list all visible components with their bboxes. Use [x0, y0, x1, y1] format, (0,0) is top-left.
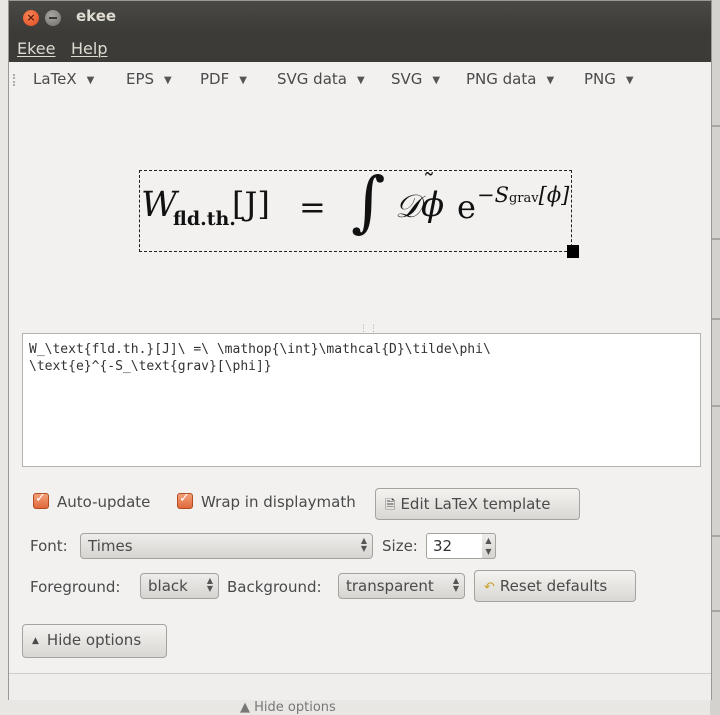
formula-equals: = — [299, 188, 326, 226]
export-svg-button[interactable]: SVG ▼ — [391, 70, 440, 88]
formula-e: e — [457, 188, 476, 226]
reset-defaults-button[interactable]: ↶ Reset defaults — [474, 570, 636, 602]
size-label: Size: — [382, 537, 418, 555]
formula-measure-d: 𝒟 — [395, 187, 421, 225]
export-toolbar: LaTeX ▼ EPS ▼ PDF ▼ SVG data ▼ SVG ▼ PNG data… — [9, 62, 711, 98]
font-label: Font: — [30, 537, 68, 555]
dropdown-arrow-icon[interactable]: ▼ — [164, 75, 172, 86]
formula-exponent: −Sgrav[ϕ] — [477, 183, 570, 207]
undo-icon: ↶ — [484, 580, 495, 595]
hide-options-button[interactable]: ▲ Hide options — [22, 624, 167, 658]
foreground-label: Foreground: — [30, 578, 121, 596]
titlebar: × ekee — [9, 1, 711, 34]
editor-line-2: \text{e}^{-S_\text{grav}[\phi]} — [29, 359, 272, 374]
spinner-arrows-icon: ▲ ▼ — [452, 576, 459, 593]
menubar: Ekee Help — [9, 34, 711, 62]
export-latex-button[interactable]: LaTeX ▼ — [33, 70, 94, 88]
window-title: ekee — [76, 7, 117, 25]
toolbar-grip — [13, 74, 17, 86]
spinner-arrows-icon: ▲ ▼ — [206, 576, 213, 593]
integral-sign: ∫ — [351, 163, 386, 240]
export-png-button[interactable]: PNG ▼ — [584, 70, 634, 88]
latex-source-editor[interactable]: W_\text{fld.th.}[J]\ =\ \mathop{\int}\ma… — [22, 333, 701, 467]
size-stepper[interactable]: ▲ ▼ — [482, 533, 496, 559]
collapse-arrow-icon: ▲ — [32, 636, 39, 646]
rendered-formula: W fld.th. [J] = ∫ 𝒟 ˜ ϕ e −Sgrav[ϕ] — [139, 163, 619, 255]
size-input[interactable]: 32 — [426, 533, 484, 559]
export-png-data-button[interactable]: PNG data ▼ — [466, 70, 554, 88]
wrap-displaymath-checkbox[interactable]: Wrap in displaymath — [177, 491, 356, 511]
checkbox-checked-icon[interactable] — [33, 491, 49, 509]
dropdown-arrow-icon[interactable]: ▼ — [432, 75, 440, 86]
dropdown-arrow-icon[interactable]: ▼ — [87, 75, 95, 86]
menu-ekee[interactable]: Ekee — [17, 39, 56, 58]
background-select[interactable]: transparent ▲ ▼ — [338, 573, 465, 599]
background-hide-options: ▲ Hide options — [240, 700, 336, 715]
formula-w: W — [141, 185, 177, 225]
auto-update-checkbox[interactable]: Auto-update — [33, 491, 150, 511]
formula-subscript: fld.th. — [173, 208, 236, 230]
spinner-arrows-icon: ▲ ▼ — [360, 536, 367, 553]
close-window-button[interactable]: × — [23, 10, 39, 26]
font-select[interactable]: Times ▲ ▼ — [80, 533, 373, 559]
edit-document-icon: 🗎 — [385, 498, 396, 513]
dropdown-arrow-icon[interactable]: ▼ — [357, 75, 365, 86]
dropdown-arrow-icon[interactable]: ▼ — [546, 75, 554, 86]
export-eps-button[interactable]: EPS ▼ — [126, 70, 172, 88]
formula-bracket-j: [J] — [232, 185, 270, 223]
export-svg-data-button[interactable]: SVG data ▼ — [277, 70, 365, 88]
minimize-window-button[interactable] — [45, 10, 61, 26]
formula-phi: ϕ — [421, 185, 445, 225]
foreground-select[interactable]: black ▲ ▼ — [140, 573, 219, 599]
status-bar — [9, 673, 711, 700]
editor-line-1: W_\text{fld.th.}[J]\ =\ \mathop{\int}\ma… — [29, 342, 491, 357]
menu-help[interactable]: Help — [71, 39, 107, 58]
app-window: × ekee Ekee Help LaTeX ▼ EPS ▼ PDF ▼ SVG da… — [8, 0, 712, 700]
checkbox-checked-icon[interactable] — [177, 491, 193, 509]
edit-latex-template-button[interactable]: 🗎 Edit LaTeX template — [375, 488, 580, 520]
export-pdf-button[interactable]: PDF ▼ — [200, 70, 247, 88]
dropdown-arrow-icon[interactable]: ▼ — [239, 75, 247, 86]
dropdown-arrow-icon[interactable]: ▼ — [626, 75, 634, 86]
background-label: Background: — [227, 578, 322, 596]
